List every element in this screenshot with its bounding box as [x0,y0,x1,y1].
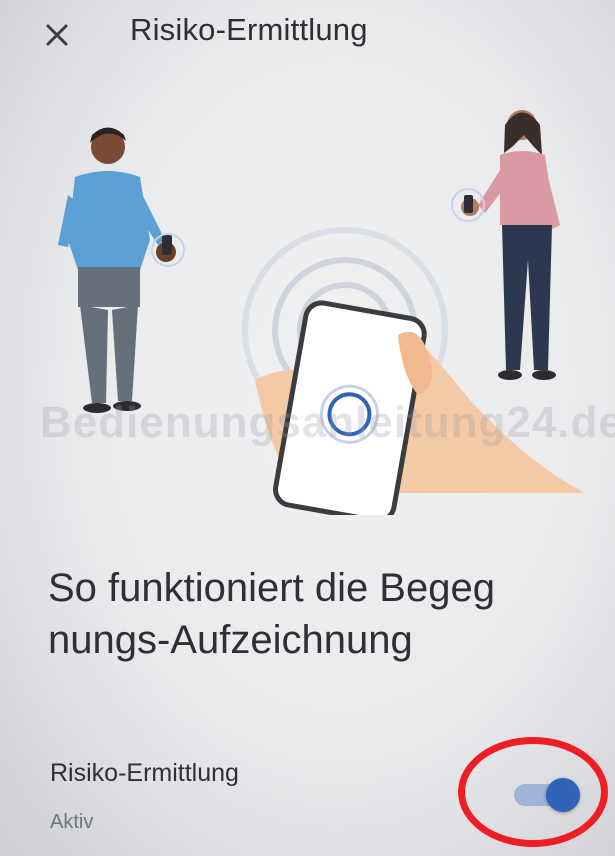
top-app-bar: Risiko-Ermittlung [0,0,615,75]
close-icon[interactable] [40,18,74,52]
risk-detection-setting-row[interactable]: Risiko-Ermittlung Aktiv [0,745,615,845]
watermark-text: Bedienungsanleitung24.de [40,398,615,447]
risk-detection-toggle[interactable] [512,776,582,812]
page-title: Risiko-Ermittlung [130,12,368,47]
setting-label: Risiko-Ermittlung [50,759,239,787]
man-figure [58,127,185,413]
setting-status: Aktiv [50,811,94,833]
headline-line-1: So funktioniert die Begeg [48,566,495,610]
woman-figure [451,110,560,380]
encounter-illustration [58,110,585,515]
headline-line-2: nungs-Aufzeichnung [48,618,413,662]
headline: So funktioniert die Begeg nungs-Aufzeich… [48,562,608,666]
toggle-thumb [546,778,580,812]
